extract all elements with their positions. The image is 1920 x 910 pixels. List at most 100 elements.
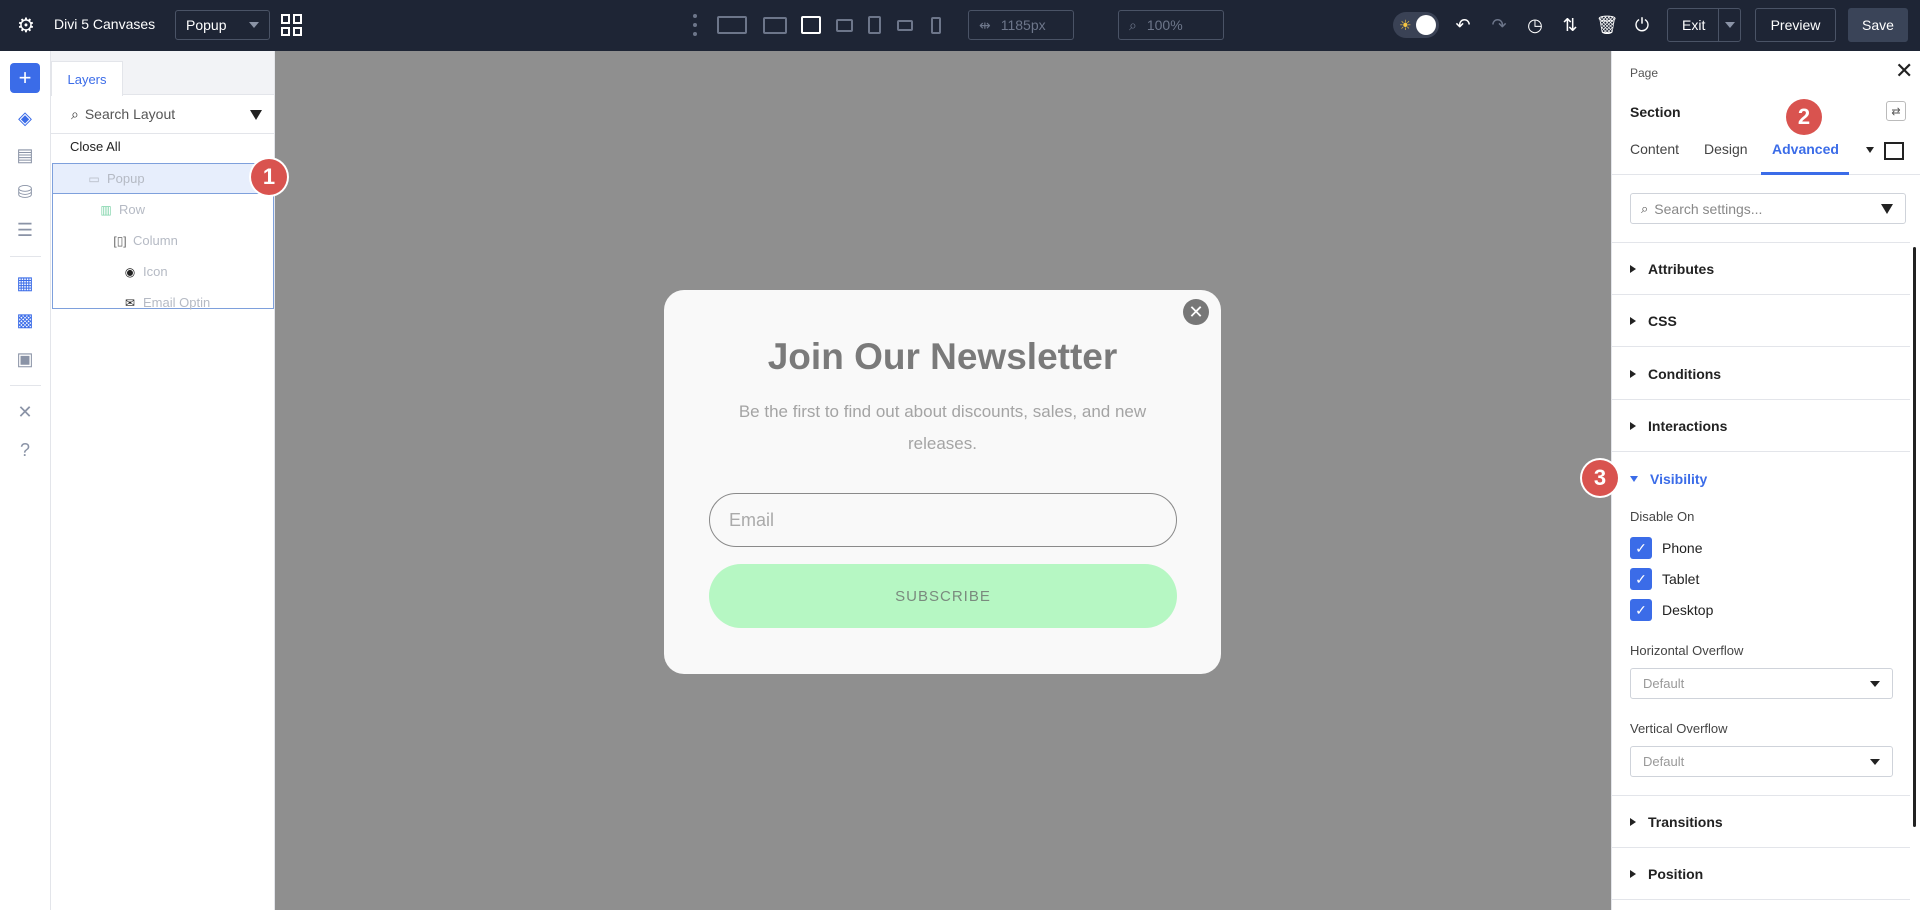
more-vertical-icon[interactable]	[692, 14, 698, 36]
save-button[interactable]: Save	[1848, 8, 1908, 42]
layer-label: Column	[133, 233, 178, 248]
accordion-transitions[interactable]: Transitions	[1630, 814, 1723, 830]
phone-icon[interactable]	[930, 14, 942, 36]
search-icon: ⌕	[1129, 16, 1137, 33]
tablet-landscape-icon[interactable]	[834, 14, 854, 36]
settings-search-placeholder: Search settings...	[1654, 200, 1763, 217]
layers-panel: Layers ⌕ Search Layout Close All ▭ Popup…	[51, 51, 275, 910]
filter-icon[interactable]	[1881, 204, 1893, 214]
close-icon[interactable]: ✕	[1183, 299, 1209, 325]
mail-icon: ✉	[124, 295, 136, 310]
library-icon[interactable]: ▤	[11, 141, 39, 169]
tools-icon[interactable]: ✕	[11, 398, 39, 426]
checkbox-phone[interactable]: ✓ Phone	[1630, 537, 1702, 559]
breadcrumb[interactable]: Page	[1630, 66, 1658, 80]
accordion-position[interactable]: Position	[1630, 866, 1703, 882]
search-icon: ⌕	[1641, 200, 1649, 216]
layer-item-row[interactable]: ▥ Row	[52, 194, 274, 225]
canvases-icon[interactable]: ▩	[11, 306, 39, 334]
divider	[1612, 847, 1910, 848]
power-icon[interactable]: ⏻	[1630, 13, 1654, 37]
rail-divider	[10, 385, 41, 386]
add-icon[interactable]: +	[10, 63, 40, 93]
horizontal-overflow-select[interactable]: Default	[1630, 668, 1893, 699]
presets-icon[interactable]: ⇄	[1886, 101, 1906, 121]
email-input[interactable]: Email	[709, 493, 1177, 547]
subscribe-button[interactable]: SUBSCRIBE	[709, 564, 1177, 628]
accordion-css[interactable]: CSS	[1630, 313, 1677, 329]
zoom-value: 100%	[1146, 17, 1183, 33]
canvas-select[interactable]: Popup	[175, 10, 270, 40]
vertical-overflow-select[interactable]: Default	[1630, 746, 1893, 777]
chevron-down-icon[interactable]	[1866, 147, 1874, 153]
canvas-select-icon[interactable]: ▦	[11, 269, 39, 297]
accordion-conditions[interactable]: Conditions	[1630, 366, 1721, 382]
vertical-overflow-label: Vertical Overflow	[1630, 721, 1728, 736]
check-icon[interactable]: ✓	[1630, 537, 1652, 559]
chevron-down-icon	[1870, 759, 1880, 765]
popup-title: Join Our Newsletter	[767, 336, 1118, 377]
wide-desktop-icon[interactable]	[716, 14, 748, 36]
tab-content[interactable]: Content	[1630, 141, 1679, 157]
redo-icon[interactable]: ↷	[1487, 13, 1511, 37]
exit-button[interactable]: Exit	[1667, 8, 1741, 42]
tab-advanced[interactable]: Advanced	[1772, 141, 1839, 157]
tab-design[interactable]: Design	[1704, 141, 1748, 157]
tablet-icon[interactable]	[866, 14, 882, 36]
undo-icon[interactable]: ↶	[1451, 13, 1475, 37]
layer-item-email-optin[interactable]: ✉ Email Optin	[52, 287, 274, 318]
accordion-interactions[interactable]: Interactions	[1630, 418, 1727, 434]
sort-arrows-icon[interactable]: ⇅	[1558, 13, 1582, 37]
sliders-icon[interactable]: ☰	[11, 216, 39, 244]
layers-icon[interactable]: ◈	[11, 104, 39, 132]
filter-icon[interactable]	[250, 110, 262, 120]
layer-label: Row	[119, 202, 146, 217]
accordion-visibility[interactable]: Visibility	[1630, 471, 1707, 487]
square-icon[interactable]	[1884, 142, 1904, 160]
close-all-link[interactable]: Close All	[70, 139, 121, 154]
divider	[1612, 899, 1910, 900]
accordion-label: Visibility	[1650, 471, 1708, 487]
layer-item-popup[interactable]: ▭ Popup	[52, 163, 274, 194]
divider	[1612, 795, 1910, 796]
disable-on-label: Disable On	[1630, 509, 1695, 524]
check-icon[interactable]: ✓	[1630, 599, 1652, 621]
check-icon[interactable]: ✓	[1630, 568, 1652, 590]
sun-icon: ☀	[1399, 17, 1412, 33]
grid-icon[interactable]	[281, 14, 303, 36]
zoom-field[interactable]: ⌕ 100%	[1118, 10, 1224, 40]
desktop-icon[interactable]	[762, 14, 788, 36]
accordion-attributes[interactable]: Attributes	[1630, 261, 1714, 277]
accordion-label: CSS	[1648, 313, 1677, 329]
width-field[interactable]: ⇹ 1185px	[968, 10, 1074, 40]
database-icon[interactable]: ⛁	[11, 178, 39, 206]
checkbox-tablet[interactable]: ✓ Tablet	[1630, 568, 1699, 590]
theme-toggle[interactable]: ☀	[1393, 12, 1439, 38]
settings-search[interactable]: ⌕ Search settings...	[1630, 193, 1906, 224]
divider	[1612, 346, 1910, 347]
help-icon[interactable]: ?	[11, 436, 39, 464]
width-arrows-icon: ⇹	[979, 16, 991, 33]
laptop-icon[interactable]	[800, 14, 822, 36]
exit-dropdown[interactable]	[1718, 9, 1740, 41]
checkbox-label: Tablet	[1662, 571, 1700, 587]
row-icon: ▥	[100, 202, 112, 217]
chevron-down-icon	[1870, 681, 1880, 687]
layers-search[interactable]: ⌕ Search Layout	[51, 95, 274, 134]
toggle-knob	[1416, 15, 1436, 35]
checkbox-desktop[interactable]: ✓ Desktop	[1630, 599, 1713, 621]
close-icon[interactable]: ✕	[1895, 60, 1913, 82]
trash-icon[interactable]: 🗑	[1595, 13, 1619, 37]
preview-button[interactable]: Preview	[1755, 8, 1836, 42]
settings-scrollbar[interactable]	[1913, 247, 1916, 827]
page-settings-icon[interactable]: ▣	[11, 345, 39, 373]
settings-panel: Page ✕ Section ⇄ Content Design Advanced…	[1611, 51, 1920, 910]
layer-item-column[interactable]: [▯] Column	[52, 225, 274, 256]
divider	[1612, 242, 1910, 243]
settings-gear-icon[interactable]: ⚙	[14, 13, 38, 37]
phone-landscape-icon[interactable]	[896, 14, 914, 36]
layer-label: Icon	[143, 264, 168, 279]
history-icon[interactable]: ◷	[1523, 13, 1547, 37]
layer-item-icon[interactable]: ◉ Icon	[52, 256, 274, 287]
tab-layers[interactable]: Layers	[51, 61, 123, 96]
